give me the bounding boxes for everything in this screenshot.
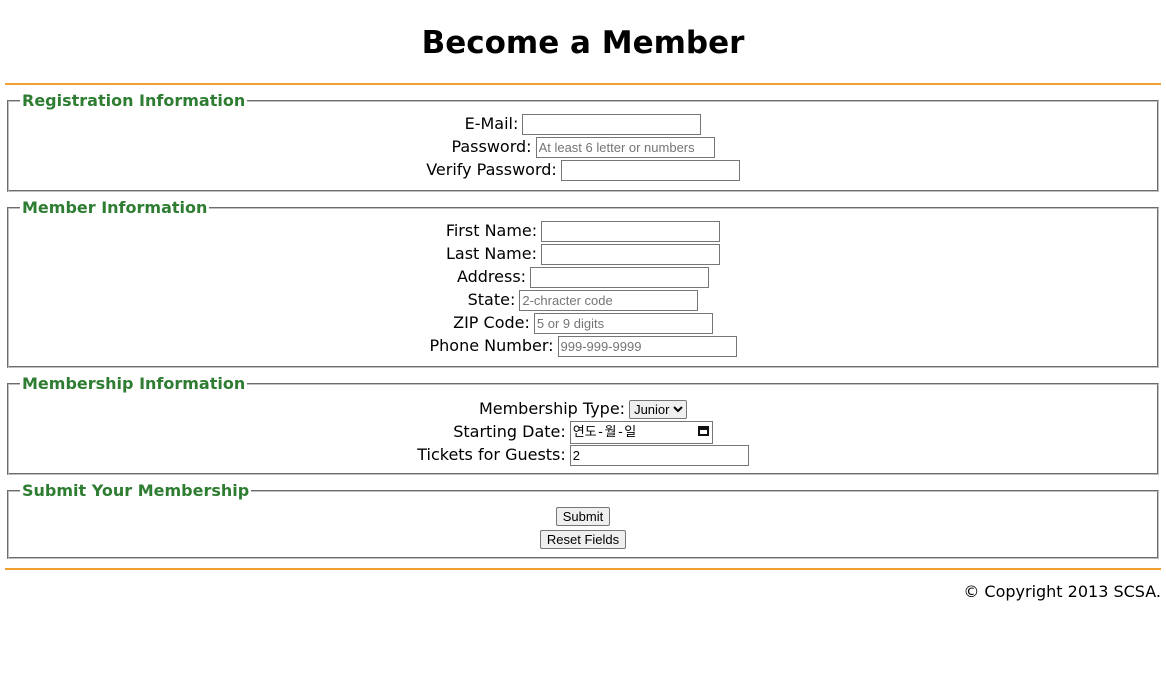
phone-row: Phone Number: [9, 334, 1157, 357]
password-row: Password: [9, 135, 1157, 158]
reset-row: Reset Fields [9, 527, 1157, 550]
submit-button[interactable]: Submit [555, 507, 611, 526]
verify-password-field[interactable] [560, 160, 740, 181]
membership-type-select[interactable]: Junior [629, 400, 688, 419]
registration-fieldset: Registration Information E-Mail: Passwor… [7, 93, 1159, 192]
zip-row: ZIP Code: [9, 311, 1157, 334]
starting-date-field[interactable]: 연도-월-일 [569, 421, 713, 444]
verify-password-row: Verify Password: [9, 158, 1157, 181]
reset-fields-button[interactable]: Reset Fields [539, 530, 627, 549]
verify-password-label: Verify Password: [426, 160, 557, 179]
page-title: Become a Member [421, 25, 745, 61]
state-row: State: [9, 288, 1157, 311]
first-name-field[interactable] [541, 221, 721, 242]
starting-date-text: 연도-월-일 [572, 425, 637, 440]
email-row: E-Mail: [9, 112, 1157, 135]
phone-field[interactable] [557, 336, 737, 357]
membership-legend: Membership Information [22, 374, 246, 393]
membership-type-label: Membership Type: [478, 399, 626, 418]
address-label: Address: [456, 267, 527, 286]
submit-legend: Submit Your Membership [22, 481, 250, 500]
phone-label: Phone Number: [429, 336, 554, 355]
calendar-icon[interactable] [697, 426, 709, 436]
tickets-row: Tickets for Guests: [9, 443, 1157, 466]
last-name-row: Last Name: [9, 242, 1157, 265]
first-name-label: First Name: [445, 221, 538, 240]
zip-field[interactable] [533, 313, 713, 334]
top-divider [5, 83, 1161, 85]
state-field[interactable] [519, 290, 699, 311]
password-label: Password: [451, 137, 532, 156]
starting-date-label: Starting Date: [453, 422, 566, 441]
password-field[interactable] [535, 137, 715, 158]
tickets-label: Tickets for Guests: [417, 445, 566, 464]
member-fieldset: Member Information First Name: Last Name… [7, 200, 1159, 368]
membership-fieldset: Membership Information Membership Type: J… [7, 376, 1159, 475]
member-legend: Member Information [22, 198, 208, 217]
address-field[interactable] [530, 267, 710, 288]
submit-fieldset: Submit Your Membership Submit Reset Fiel… [7, 483, 1159, 559]
copyright-text: © Copyright 2013 SCSA. [963, 582, 1161, 601]
submit-row: Submit [9, 504, 1157, 527]
zip-label: ZIP Code: [453, 313, 530, 332]
first-name-row: First Name: [9, 219, 1157, 242]
starting-date-row: Starting Date: 연도-월-일 [9, 420, 1157, 444]
email-field[interactable] [522, 114, 702, 135]
registration-legend: Registration Information [22, 91, 246, 110]
last-name-field[interactable] [541, 244, 720, 265]
email-label: E-Mail: [464, 114, 519, 133]
membership-type-row: Membership Type: Junior [9, 397, 1157, 420]
tickets-field[interactable] [569, 445, 749, 466]
address-row: Address: [9, 265, 1157, 288]
state-label: State: [467, 290, 516, 309]
bottom-divider [5, 568, 1161, 570]
last-name-label: Last Name: [445, 244, 537, 263]
